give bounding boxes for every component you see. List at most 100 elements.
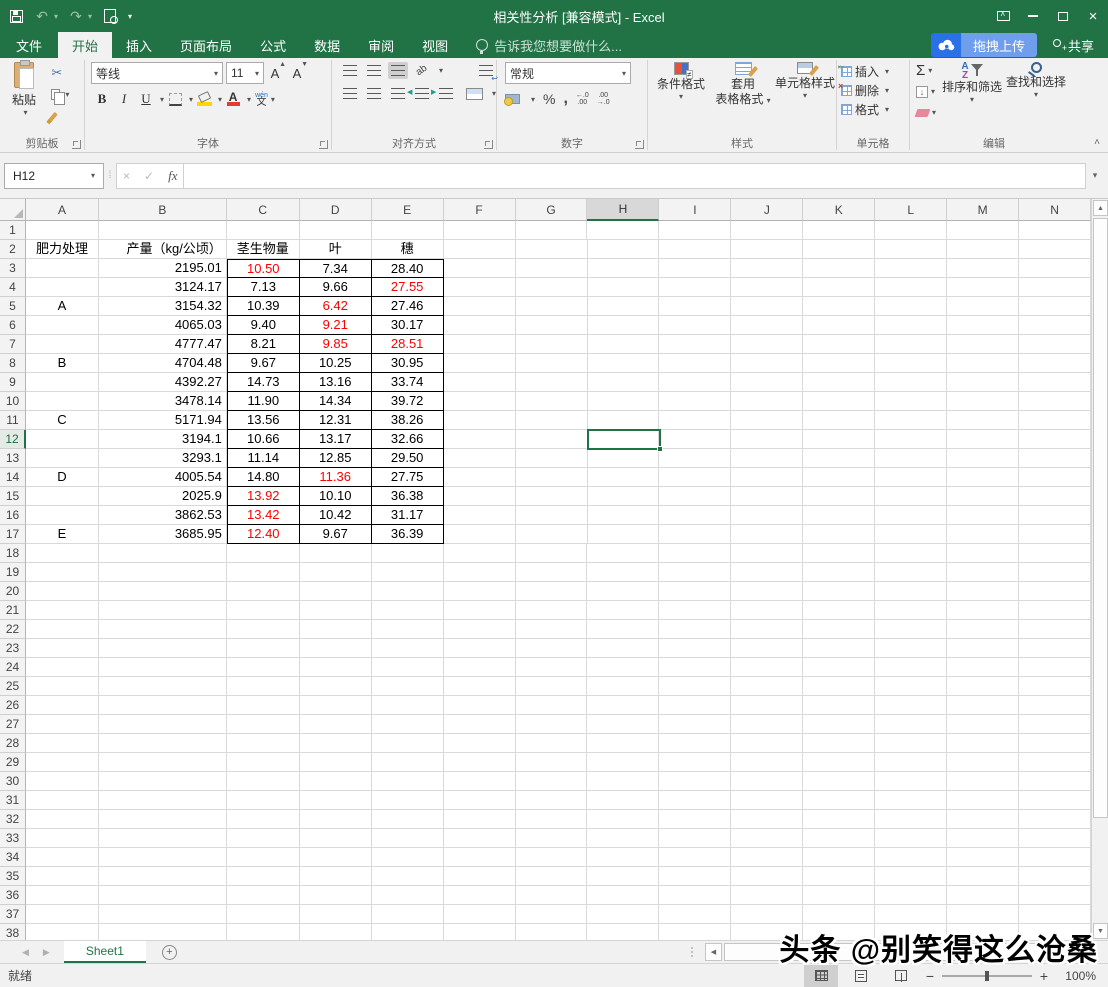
cell-M32[interactable] bbox=[947, 810, 1019, 829]
cell-I5[interactable] bbox=[659, 297, 731, 316]
cell-F37[interactable] bbox=[444, 905, 516, 924]
cell-C23[interactable] bbox=[227, 639, 300, 658]
cell-M3[interactable] bbox=[947, 259, 1019, 278]
cell-N10[interactable] bbox=[1019, 392, 1091, 411]
cell-F15[interactable] bbox=[444, 487, 516, 506]
cell-H34[interactable] bbox=[587, 848, 659, 867]
cell-E33[interactable] bbox=[372, 829, 444, 848]
increase-font-size-button[interactable]: A▲ bbox=[265, 63, 285, 83]
cell-I11[interactable] bbox=[659, 411, 731, 430]
cell-L36[interactable] bbox=[875, 886, 947, 905]
cell-L3[interactable] bbox=[875, 259, 947, 278]
cell-B13[interactable]: 3293.1 bbox=[99, 449, 227, 468]
decrease-font-size-button[interactable]: A▼ bbox=[287, 63, 307, 83]
cell-N22[interactable] bbox=[1019, 620, 1091, 639]
row-header-26[interactable]: 26 bbox=[0, 696, 26, 715]
maximize-button[interactable] bbox=[1048, 0, 1078, 32]
cell-K30[interactable] bbox=[803, 772, 875, 791]
cell-L10[interactable] bbox=[875, 392, 947, 411]
column-header-E[interactable]: E bbox=[372, 199, 444, 221]
cell-K23[interactable] bbox=[803, 639, 875, 658]
cell-B23[interactable] bbox=[99, 639, 227, 658]
cell-J20[interactable] bbox=[731, 582, 803, 601]
cell-M19[interactable] bbox=[947, 563, 1019, 582]
cell-L1[interactable] bbox=[875, 221, 947, 240]
cell-C21[interactable] bbox=[227, 601, 300, 620]
cell-K27[interactable] bbox=[803, 715, 875, 734]
column-header-N[interactable]: N bbox=[1019, 199, 1091, 221]
cell-H1[interactable] bbox=[587, 221, 659, 240]
cell-L2[interactable] bbox=[875, 240, 947, 259]
column-header-L[interactable]: L bbox=[875, 199, 947, 221]
cell-L12[interactable] bbox=[875, 430, 947, 449]
cell-F23[interactable] bbox=[444, 639, 516, 658]
cell-J18[interactable] bbox=[731, 544, 803, 563]
cell-J1[interactable] bbox=[731, 221, 803, 240]
cell-L5[interactable] bbox=[875, 297, 947, 316]
cell-L25[interactable] bbox=[875, 677, 947, 696]
cell-L23[interactable] bbox=[875, 639, 947, 658]
cell-H36[interactable] bbox=[587, 886, 659, 905]
cell-A10[interactable] bbox=[26, 392, 99, 411]
cell-J8[interactable] bbox=[731, 354, 803, 373]
cell-I7[interactable] bbox=[659, 335, 731, 354]
percent-style-button[interactable]: % bbox=[543, 91, 555, 107]
cell-J35[interactable] bbox=[731, 867, 803, 886]
cell-H14[interactable] bbox=[588, 468, 660, 487]
row-header-30[interactable]: 30 bbox=[0, 772, 26, 791]
cell-D1[interactable] bbox=[300, 221, 372, 240]
cell-A2[interactable]: 肥力处理 bbox=[26, 240, 99, 259]
cell-F32[interactable] bbox=[444, 810, 516, 829]
cell-N5[interactable] bbox=[1019, 297, 1091, 316]
cell-K2[interactable] bbox=[803, 240, 875, 259]
cell-I4[interactable] bbox=[659, 278, 731, 297]
cell-E32[interactable] bbox=[372, 810, 444, 829]
cell-M7[interactable] bbox=[947, 335, 1019, 354]
cell-L15[interactable] bbox=[875, 487, 947, 506]
cell-H4[interactable] bbox=[588, 278, 660, 297]
cell-B37[interactable] bbox=[99, 905, 227, 924]
delete-cells-button[interactable]: 删除▾ bbox=[837, 81, 909, 100]
cell-I17[interactable] bbox=[659, 525, 731, 544]
cell-D13[interactable]: 12.85 bbox=[300, 449, 372, 468]
cell-C30[interactable] bbox=[227, 772, 300, 791]
cell-B1[interactable] bbox=[99, 221, 227, 240]
cell-F4[interactable] bbox=[444, 278, 516, 297]
cell-D32[interactable] bbox=[300, 810, 372, 829]
next-sheet-icon[interactable]: ▶ bbox=[43, 947, 50, 958]
cell-N34[interactable] bbox=[1019, 848, 1091, 867]
cell-G14[interactable] bbox=[516, 468, 588, 487]
cell-N28[interactable] bbox=[1019, 734, 1091, 753]
cell-F26[interactable] bbox=[444, 696, 516, 715]
cell-C18[interactable] bbox=[227, 544, 300, 563]
cell-E12[interactable]: 32.66 bbox=[372, 430, 444, 449]
row-header-37[interactable]: 37 bbox=[0, 905, 26, 924]
cell-F21[interactable] bbox=[444, 601, 516, 620]
row-header-14[interactable]: 14 bbox=[0, 468, 26, 487]
cell-D38[interactable] bbox=[300, 924, 372, 940]
cell-N35[interactable] bbox=[1019, 867, 1091, 886]
cell-E2[interactable]: 穗 bbox=[372, 240, 444, 259]
tab-formulas[interactable]: 公式 bbox=[246, 32, 300, 58]
cell-G19[interactable] bbox=[516, 563, 588, 582]
cell-H33[interactable] bbox=[587, 829, 659, 848]
cell-E31[interactable] bbox=[372, 791, 444, 810]
cell-F34[interactable] bbox=[444, 848, 516, 867]
cell-J11[interactable] bbox=[731, 411, 803, 430]
cell-K17[interactable] bbox=[803, 525, 875, 544]
cell-C29[interactable] bbox=[227, 753, 300, 772]
cell-A3[interactable] bbox=[26, 259, 99, 278]
cell-N12[interactable] bbox=[1019, 430, 1091, 449]
cell-K19[interactable] bbox=[803, 563, 875, 582]
cell-A36[interactable] bbox=[26, 886, 99, 905]
cell-L22[interactable] bbox=[875, 620, 947, 639]
copy-button[interactable]: ▾ bbox=[51, 86, 75, 103]
row-header-12[interactable]: 12 bbox=[0, 430, 26, 449]
cell-G30[interactable] bbox=[516, 772, 588, 791]
cell-M17[interactable] bbox=[947, 525, 1019, 544]
decrease-decimal-button[interactable]: .00→.0 bbox=[597, 92, 610, 106]
cell-A34[interactable] bbox=[26, 848, 99, 867]
cell-N14[interactable] bbox=[1019, 468, 1091, 487]
cell-E8[interactable]: 30.95 bbox=[372, 354, 444, 373]
cell-H35[interactable] bbox=[587, 867, 659, 886]
